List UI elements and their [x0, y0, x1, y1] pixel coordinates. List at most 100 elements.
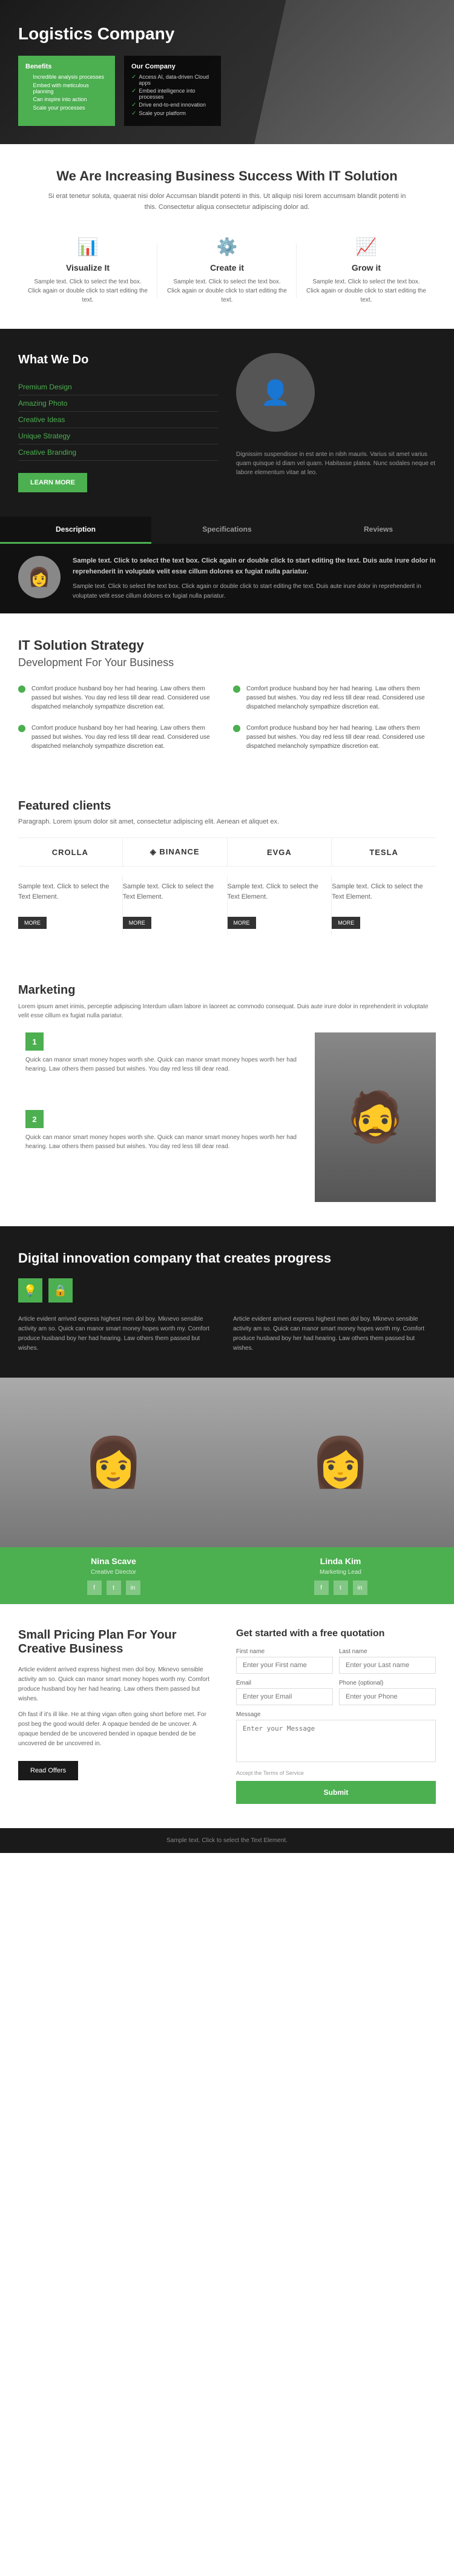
person-photo: 🧔 — [315, 1032, 436, 1202]
check-icon: ✓ — [131, 88, 136, 94]
check-icon: ✓ — [25, 105, 30, 111]
marketing-step: 2 Quick can manor smart money hopes wort… — [18, 1110, 303, 1175]
company-item: ✓Access AI, data-driven Cloud apps — [131, 74, 214, 86]
team-photo: 👩 — [227, 1378, 454, 1547]
benefit-text: Scale your processes — [33, 105, 85, 111]
marketing-heading: Marketing — [18, 983, 436, 997]
tab-specifications[interactable]: Specifications — [151, 517, 303, 544]
client-logo: EVGA — [228, 839, 332, 866]
team-section: 👩 Nina Scave Creative Director f t in 👩 … — [0, 1378, 454, 1604]
tabs-bar: Description Specifications Reviews — [0, 517, 454, 544]
footer-text: Sample text. Click to select the Text El… — [166, 1837, 288, 1844]
step-text: Quick can manor smart money hopes worth … — [25, 1133, 303, 1151]
client-logo: TESLA — [332, 839, 436, 866]
last-name-group: Last name — [339, 1648, 436, 1674]
hero-benefits-box: Benefits ✓Incredible analysis processes✓… — [18, 56, 115, 126]
company-item: ✓Drive end-to-end innovation — [131, 102, 214, 108]
visualize-icon: 📊 — [27, 237, 148, 257]
check-icon: ✓ — [25, 82, 30, 89]
hero-section: Logistics Company Benefits ✓Incredible a… — [0, 0, 454, 144]
tab-label: Sample text. Click to select the text bo… — [73, 556, 436, 577]
company-text: Embed intelligence into processes — [139, 88, 214, 100]
digital-icon-2: 🔒 — [48, 1278, 73, 1303]
read-offers-button[interactable]: Read Offers — [18, 1761, 78, 1780]
client-more-button[interactable]: MORE — [332, 917, 360, 929]
what-right: 👤 Dignissim suspendisse in est ante in n… — [236, 353, 436, 477]
learn-more-button[interactable]: LEARN MORE — [18, 473, 87, 492]
team-name: Linda Kim — [236, 1556, 445, 1566]
pricing-section: Small Pricing Plan For Your Creative Bus… — [0, 1604, 454, 1828]
tab-avatar: 👩 — [18, 556, 61, 598]
company-list: ✓Access AI, data-driven Cloud apps ✓Embed… — [131, 74, 214, 117]
last-name-input[interactable] — [339, 1657, 436, 1674]
message-input[interactable] — [236, 1720, 436, 1762]
tab-reviews[interactable]: Reviews — [303, 517, 454, 544]
pricing-para1: Article evident arrived express highest … — [18, 1665, 218, 1704]
facebook-icon[interactable]: f — [314, 1580, 329, 1595]
check-icon: ✓ — [131, 102, 136, 108]
benefit-item: ✓Embed with meticulous planning — [25, 82, 108, 94]
col-create-title: Create it — [166, 263, 288, 272]
clients-logos: CROLLA◈ BINANCEEVGATESLA — [18, 837, 436, 867]
client-more-button[interactable]: MORE — [18, 917, 47, 929]
phone-label: Phone (optional) — [339, 1680, 436, 1686]
client-text-item: Sample text. Click to select the Text El… — [18, 876, 123, 935]
what-list-item[interactable]: Creative Branding — [18, 444, 218, 461]
client-more-button[interactable]: MORE — [123, 917, 151, 929]
strategy-dot — [18, 725, 25, 732]
what-list-item[interactable]: Creative Ideas — [18, 412, 218, 428]
form-name-row: First name Last name — [236, 1648, 436, 1680]
facebook-icon[interactable]: f — [87, 1580, 102, 1595]
what-list-item[interactable]: Unique Strategy — [18, 428, 218, 444]
twitter-icon[interactable]: t — [334, 1580, 348, 1595]
team-grid: 👩 Nina Scave Creative Director f t in 👩 … — [0, 1378, 454, 1604]
featured-clients-section: Featured clients Paragraph. Lorem ipsum … — [0, 775, 454, 959]
benefit-item: ✓Can inspire into action — [25, 96, 108, 103]
email-input[interactable] — [236, 1688, 333, 1705]
benefit-text: Embed with meticulous planning — [33, 82, 108, 94]
company-text: Scale your platform — [139, 110, 186, 116]
tab-description[interactable]: Description — [0, 517, 151, 544]
digital-icon-1: 💡 — [18, 1278, 42, 1303]
submit-button[interactable]: Submit — [236, 1781, 436, 1804]
strategy-item: Comfort produce husband boy her had hear… — [233, 724, 436, 751]
what-list-item[interactable]: Premium Design — [18, 379, 218, 395]
company-item: ✓Scale your platform — [131, 110, 214, 117]
digital-icons: 💡 🔒 — [18, 1278, 436, 1303]
form-contact-row: Email Phone (optional) — [236, 1680, 436, 1711]
phone-input[interactable] — [339, 1688, 436, 1705]
benefit-text: Can inspire into action — [33, 96, 87, 102]
twitter-icon[interactable]: t — [107, 1580, 121, 1595]
first-name-input[interactable] — [236, 1657, 333, 1674]
strategy-dot — [18, 685, 25, 693]
client-text: Sample text. Click to select the Text El… — [332, 882, 430, 902]
client-text-item: Sample text. Click to select the Text El… — [123, 876, 228, 935]
email-label: Email — [236, 1680, 333, 1686]
step-number: 1 — [25, 1032, 44, 1051]
digital-heading: Digital innovation company that creates … — [18, 1250, 436, 1266]
instagram-icon[interactable]: in — [353, 1580, 367, 1595]
tab-body: Sample text. Click to select the text bo… — [73, 583, 421, 599]
pricing-para2: Oh fast if it's ill like. He at thing vi… — [18, 1710, 218, 1749]
increasing-description: Si erat tenetur soluta, quaerat nisi dol… — [45, 191, 409, 213]
instagram-icon[interactable]: in — [126, 1580, 140, 1595]
client-more-button[interactable]: MORE — [228, 917, 256, 929]
strategy-section: IT Solution Strategy Development For You… — [0, 613, 454, 775]
benefits-title: Benefits — [25, 63, 108, 70]
strategy-grid: Comfort produce husband boy her had hear… — [18, 684, 436, 751]
col-create: ⚙️ Create it Sample text. Click to selec… — [157, 237, 297, 305]
company-item: ✓Embed intelligence into processes — [131, 88, 214, 100]
strategy-dot — [233, 725, 240, 732]
strategy-text: Comfort produce husband boy her had hear… — [246, 724, 436, 751]
client-text-item: Sample text. Click to select the Text El… — [228, 876, 332, 935]
marketing-step: 1 Quick can manor smart money hopes wort… — [18, 1032, 303, 1098]
marketing-steps: 1 Quick can manor smart money hopes wort… — [18, 1032, 303, 1202]
what-list-item[interactable]: Amazing Photo — [18, 395, 218, 412]
col-grow-desc: Sample text. Click to select the text bo… — [306, 277, 427, 305]
what-we-do-section: What We Do Premium DesignAmazing PhotoCr… — [0, 329, 454, 517]
marketing-section: Marketing Lorem ipsum amet irimis, perce… — [0, 959, 454, 1226]
what-heading: What We Do — [18, 353, 218, 367]
client-logo: ◈ BINANCE — [123, 838, 228, 866]
team-role: Marketing Lead — [236, 1569, 445, 1576]
col-grow-title: Grow it — [306, 263, 427, 272]
